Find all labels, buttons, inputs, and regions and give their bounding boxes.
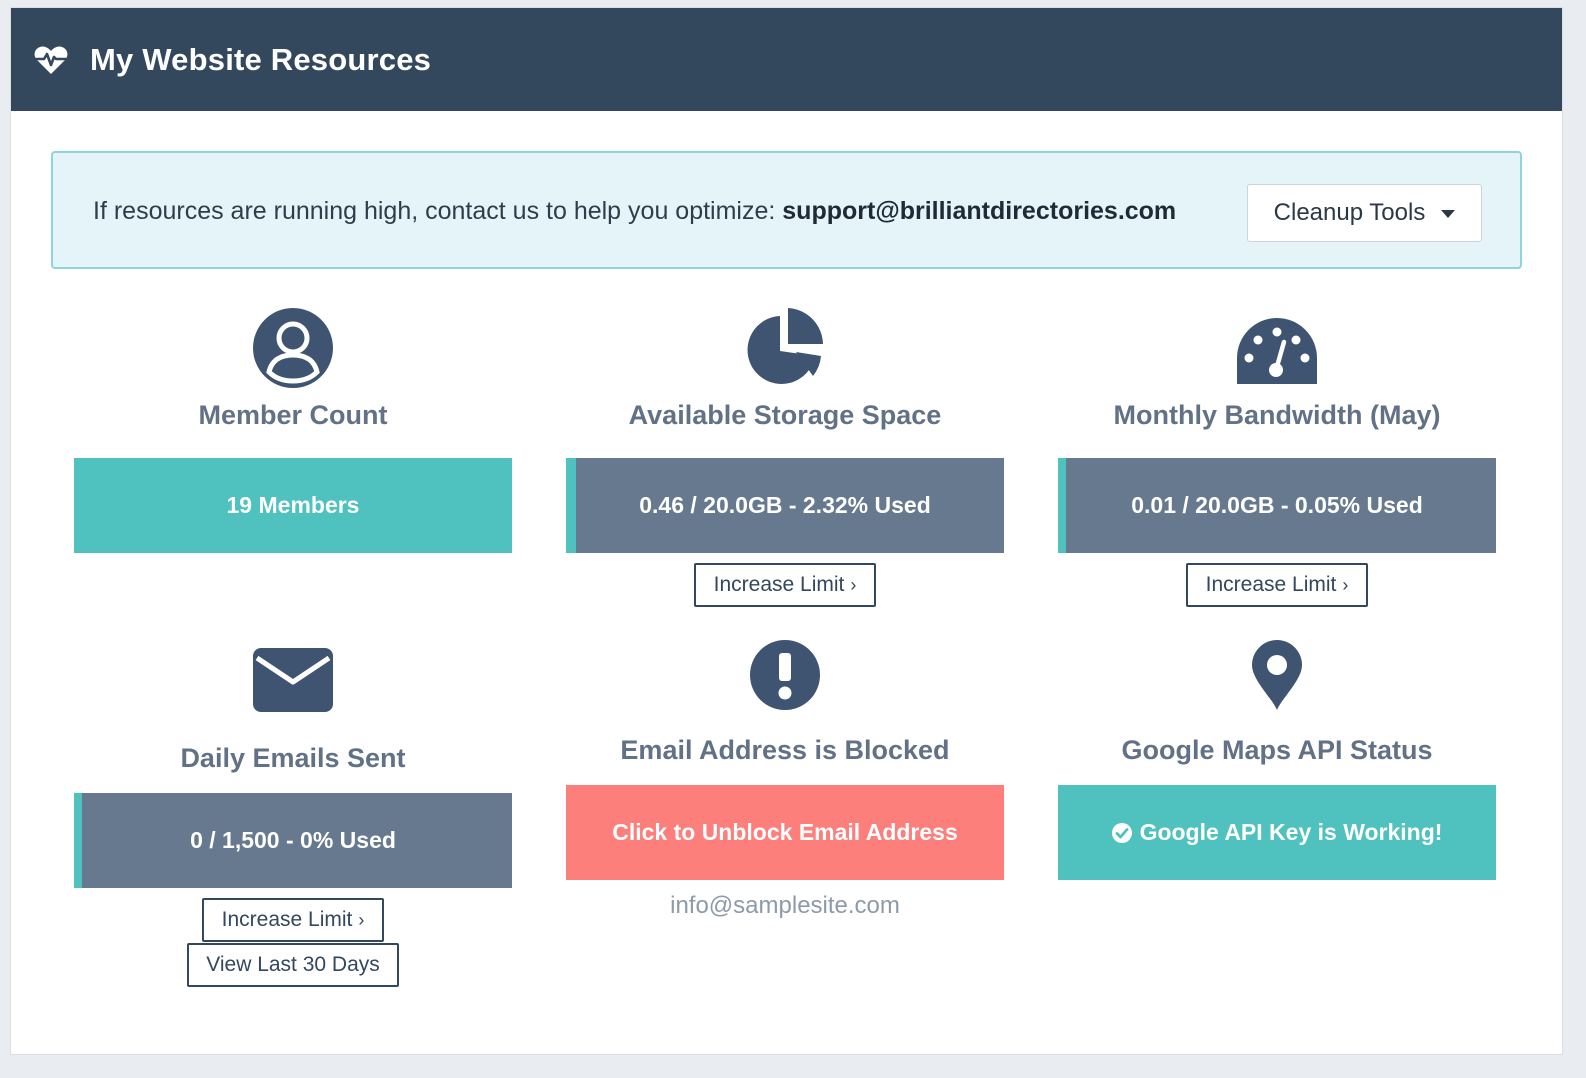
emails-usage-bar: 0 / 1,500 - 0% Used xyxy=(74,793,512,888)
dashboard-icon xyxy=(1237,318,1317,384)
card-title: Available Storage Space xyxy=(628,400,942,430)
user-icon xyxy=(253,308,333,388)
notice-text: If resources are running high, contact u… xyxy=(93,197,1176,226)
bandwidth-increase-limit-button[interactable]: Increase Limit › xyxy=(1186,563,1368,607)
storage-increase-limit-button[interactable]: Increase Limit › xyxy=(694,563,876,607)
support-notice: If resources are running high, contact u… xyxy=(51,151,1522,269)
exclamation-circle-icon xyxy=(750,640,820,710)
card-title: Daily Emails Sent xyxy=(180,743,406,773)
check-circle-icon xyxy=(1111,822,1132,843)
blocked-email-address: info@samplesite.com xyxy=(670,892,900,919)
panel-header: My Website Resources xyxy=(11,8,1562,111)
page-title: My Website Resources xyxy=(90,41,432,77)
chevron-right-icon: › xyxy=(358,909,365,930)
map-marker-icon xyxy=(1252,640,1302,710)
heartbeat-icon xyxy=(34,45,68,75)
pie-chart-icon xyxy=(745,308,825,388)
emails-increase-limit-button[interactable]: Increase Limit › xyxy=(202,898,384,942)
storage-usage-fill xyxy=(566,458,577,553)
member-count-value: 19 Members xyxy=(74,458,512,553)
view-last-30-days-button[interactable]: View Last 30 Days xyxy=(187,943,399,987)
chevron-right-icon: › xyxy=(850,574,857,595)
resources-panel: My Website Resources If resources are ru… xyxy=(10,7,1563,1055)
card-title: Member Count xyxy=(198,400,388,430)
storage-usage-bar: 0.46 / 20.0GB - 2.32% Used xyxy=(566,458,1004,553)
card-title: Email Address is Blocked xyxy=(620,735,950,765)
envelope-icon xyxy=(253,648,333,712)
card-title: Google Maps API Status xyxy=(1121,735,1433,765)
notice-message: If resources are running high, contact u… xyxy=(93,197,783,225)
caret-down-icon xyxy=(1441,210,1456,218)
bandwidth-usage-bar: 0.01 / 20.0GB - 0.05% Used xyxy=(1058,458,1496,553)
cleanup-tools-dropdown[interactable]: Cleanup Tools xyxy=(1247,184,1482,242)
google-api-status: Google API Key is Working! xyxy=(1058,785,1496,880)
chevron-right-icon: › xyxy=(1342,574,1349,595)
cleanup-tools-label: Cleanup Tools xyxy=(1273,199,1426,226)
unblock-email-button[interactable]: Click to Unblock Email Address xyxy=(566,785,1004,880)
emails-usage-fill xyxy=(74,793,82,888)
bandwidth-usage-fill xyxy=(1058,458,1066,553)
card-title: Monthly Bandwidth (May) xyxy=(1113,400,1441,430)
support-email[interactable]: support@brilliantdirectories.com xyxy=(782,197,1176,225)
